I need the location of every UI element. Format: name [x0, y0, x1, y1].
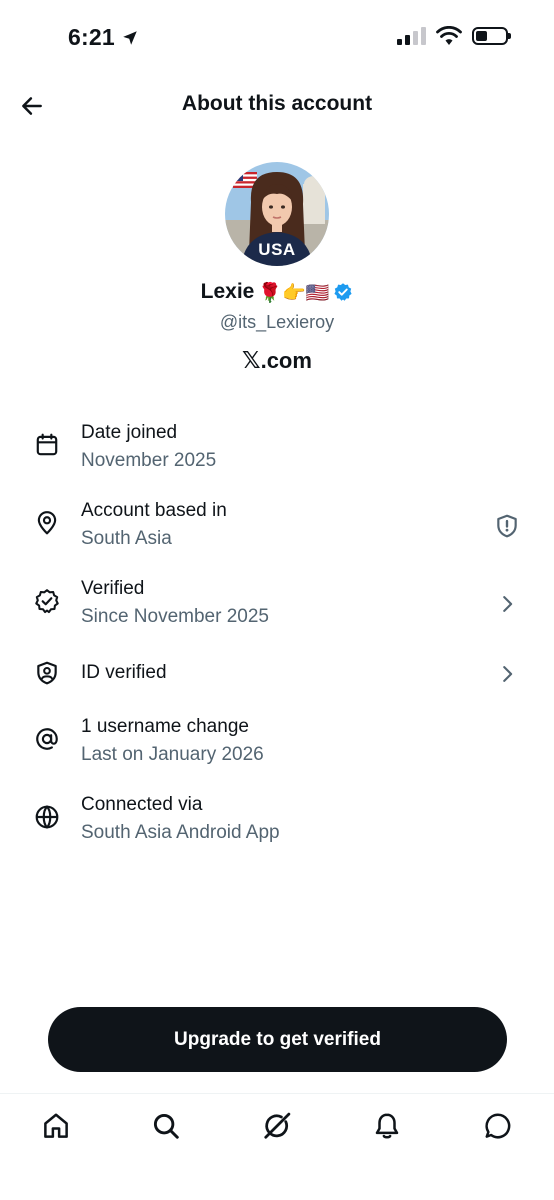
account-info-list: Date joined November 2025 Account based … — [0, 410, 554, 860]
battery-icon — [472, 27, 511, 45]
info-username-change: 1 username change Last on January 2026 — [0, 704, 554, 782]
shield-alert-icon[interactable] — [494, 513, 520, 539]
messages-icon[interactable] — [482, 1110, 514, 1142]
header: About this account — [0, 76, 554, 134]
info-connected-via: Connected via South Asia Android App — [0, 782, 554, 860]
bottom-nav — [0, 1093, 554, 1200]
info-account-based-in: Account based in South Asia — [0, 488, 554, 566]
info-id-verified[interactable]: ID verified — [0, 644, 554, 704]
location-pin-icon — [32, 508, 62, 538]
cellular-signal-icon — [397, 27, 426, 45]
info-value: Since November 2025 — [81, 606, 269, 627]
x-logo-icon: 𝕏 — [242, 348, 261, 374]
info-value: South Asia Android App — [81, 822, 280, 843]
globe-icon — [32, 802, 62, 832]
avatar-shirt-text: USA — [258, 240, 296, 259]
info-label: ID verified — [81, 662, 167, 683]
home-icon[interactable] — [40, 1110, 72, 1142]
info-date-joined: Date joined November 2025 — [0, 410, 554, 488]
upgrade-button[interactable]: Upgrade to get verified — [48, 1007, 507, 1072]
status-time-text: 6:21 — [68, 24, 115, 50]
verified-badge-icon — [333, 282, 353, 302]
search-icon[interactable] — [150, 1110, 182, 1142]
status-indicators — [397, 26, 511, 46]
info-label: 1 username change — [81, 716, 249, 737]
display-name: Lexie — [200, 280, 255, 303]
chevron-right-icon — [494, 591, 520, 617]
info-value: November 2025 — [81, 450, 217, 471]
avatar[interactable]: USA — [225, 162, 329, 266]
info-label: Account based in — [81, 500, 227, 521]
platform-suffix: .com — [260, 348, 312, 373]
notifications-icon[interactable] — [371, 1110, 403, 1142]
status-bar: 6:21 — [0, 0, 554, 76]
display-name-row: Lexie 🌹👉🇺🇸 — [0, 280, 554, 304]
page-title: About this account — [181, 92, 373, 115]
name-emojis: 🌹👉🇺🇸 — [258, 281, 330, 304]
location-arrow-icon — [123, 30, 137, 45]
verified-check-icon — [32, 586, 62, 616]
at-icon — [32, 724, 62, 754]
info-label: Date joined — [81, 422, 178, 443]
info-verified[interactable]: Verified Since November 2025 — [0, 566, 554, 644]
info-value: South Asia — [81, 528, 172, 549]
handle: @its_Lexieroy — [219, 312, 335, 332]
info-value: Last on January 2026 — [81, 744, 264, 765]
info-label: Verified — [81, 578, 145, 599]
status-time: 6:21 — [68, 24, 139, 51]
platform-label: 𝕏 .com — [0, 348, 554, 374]
grok-icon[interactable] — [261, 1110, 293, 1142]
chevron-right-icon — [494, 661, 520, 687]
shield-user-icon — [32, 658, 62, 688]
calendar-icon — [32, 430, 62, 460]
info-label: Connected via — [81, 794, 203, 815]
wifi-icon — [436, 26, 462, 45]
